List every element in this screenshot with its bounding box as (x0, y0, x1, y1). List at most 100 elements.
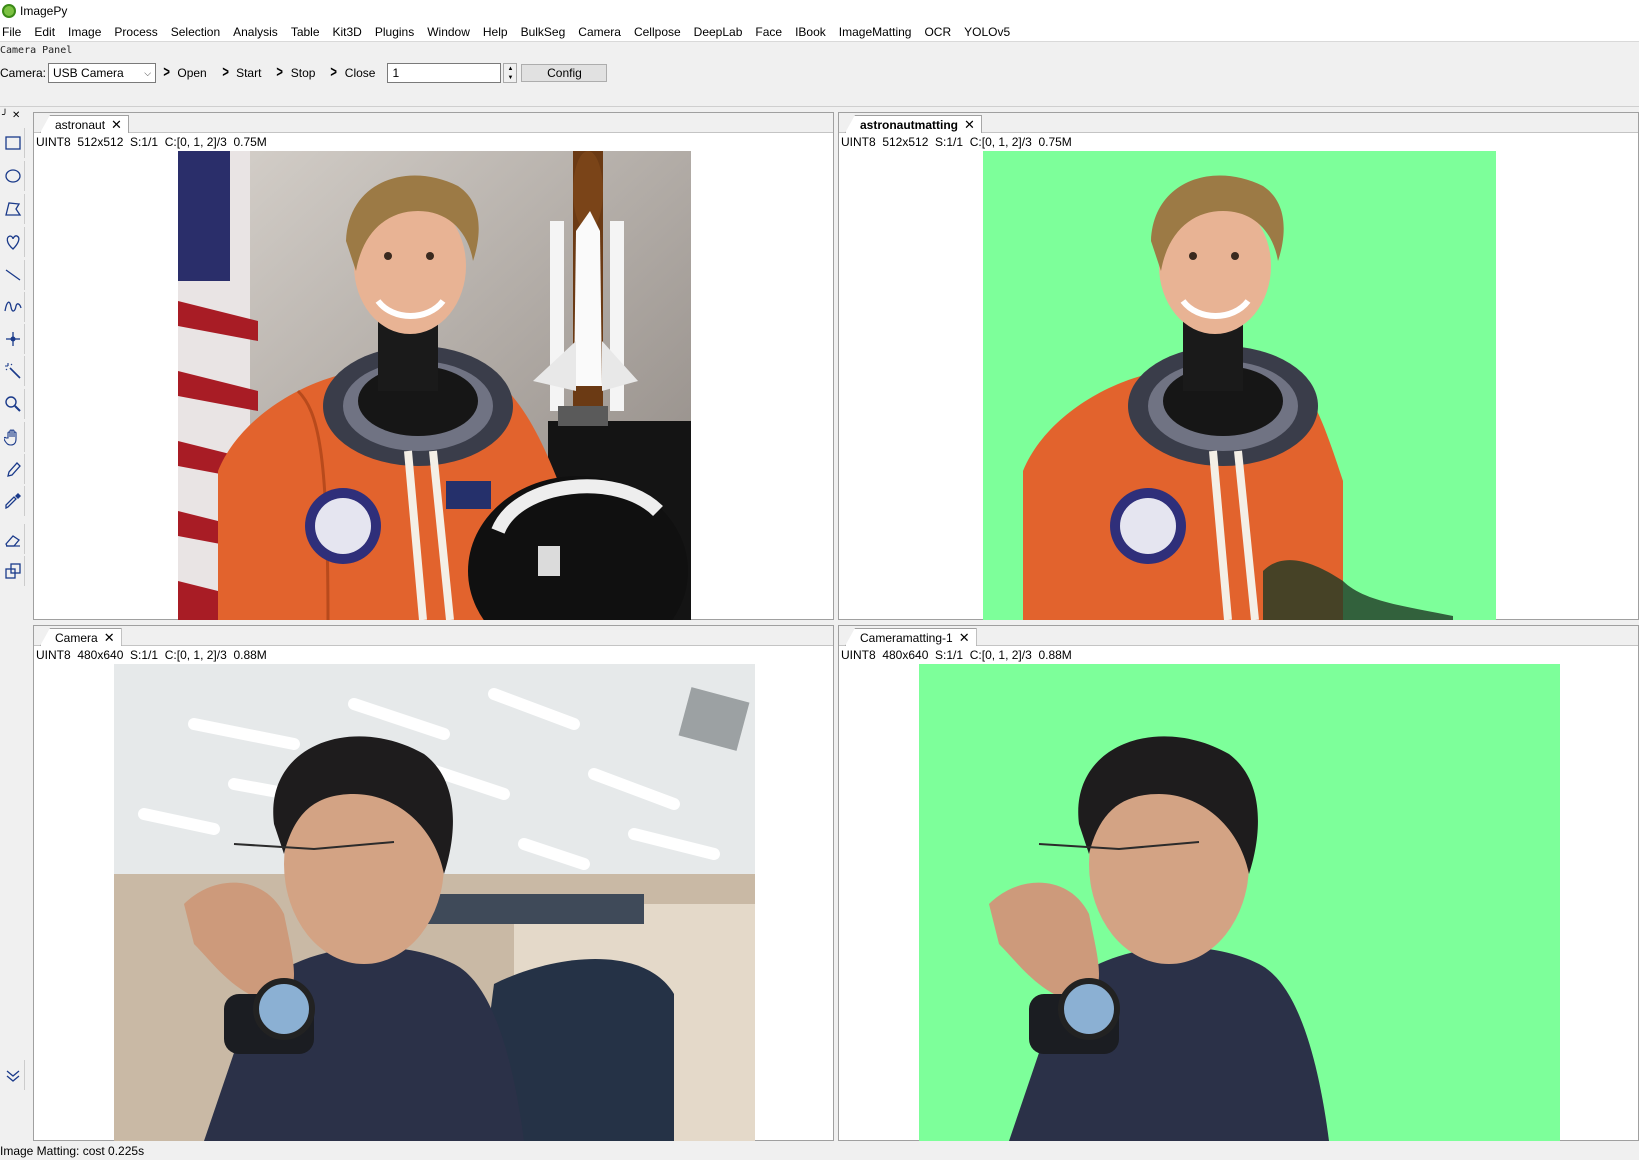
line-icon (5, 269, 20, 281)
polygon-tool[interactable] (1, 194, 25, 224)
camera-toolbar: Camera: USB Camera ⌵ > Open > Start > St… (0, 60, 608, 86)
menu-imagematting[interactable]: ImageMatting (833, 22, 919, 42)
pencil-tool[interactable] (1, 454, 25, 484)
tab-row: Camera ✕ (34, 626, 833, 646)
number-spinner[interactable]: ▲ ▼ (503, 63, 518, 83)
tab-astronautmatting[interactable]: astronautmatting ✕ (845, 115, 982, 133)
camera-label: Camera: (0, 66, 47, 80)
ellipse-tool[interactable] (1, 161, 25, 191)
play-arrow-icon: > (163, 64, 170, 81)
tab-cameramatting[interactable]: Cameramatting-1 ✕ (845, 628, 977, 646)
panel-separator (0, 106, 1639, 107)
menu-window[interactable]: Window (421, 22, 477, 42)
play-arrow-icon: > (222, 64, 229, 81)
menu-kit3d[interactable]: Kit3D (327, 22, 369, 42)
more-tools[interactable] (1, 1060, 25, 1090)
image-window-camera[interactable]: Camera ✕ UINT8 480x640 S:1/1 C:[0, 1, 2]… (33, 625, 834, 1141)
hand-tool[interactable] (1, 422, 25, 452)
open-label: Open (177, 66, 207, 80)
line-tool[interactable] (1, 260, 25, 290)
tab-astronaut[interactable]: astronaut ✕ (40, 115, 129, 133)
tool-bar: ╯ ✕ (0, 110, 26, 1142)
camera-matting-result (919, 664, 1560, 1141)
point-tool[interactable] (1, 324, 25, 354)
spin-up-icon[interactable]: ▲ (504, 64, 516, 73)
image-window-astronaut[interactable]: astronaut ✕ UINT8 512x512 S:1/1 C:[0, 1,… (33, 112, 834, 620)
image-window-astronautmatting[interactable]: astronautmatting ✕ UINT8 512x512 S:1/1 C… (838, 112, 1639, 620)
image-window-cameramatting[interactable]: Cameramatting-1 ✕ UINT8 480x640 S:1/1 C:… (838, 625, 1639, 1141)
imagepy-window: ImagePy File Edit Image Process Selectio… (0, 0, 1639, 1160)
image-canvas[interactable] (983, 151, 1496, 620)
camera-select-value: USB Camera (53, 66, 124, 80)
zoom-icon (4, 396, 21, 412)
menu-plugins[interactable]: Plugins (369, 22, 421, 42)
freehand-icon (6, 235, 19, 250)
image-canvas[interactable] (114, 664, 755, 1141)
start-label: Start (236, 66, 262, 80)
zoom-tool[interactable] (1, 389, 25, 419)
tab-label: Cameramatting-1 (860, 630, 953, 645)
menu-process[interactable]: Process (108, 22, 164, 42)
close-icon[interactable]: ✕ (104, 630, 115, 646)
menu-analysis[interactable]: Analysis (227, 22, 285, 42)
rectangle-tool[interactable] (1, 128, 25, 158)
pencil-icon (6, 462, 21, 477)
chevron-double-down-icon (6, 1070, 19, 1082)
freeline-tool[interactable] (1, 292, 25, 322)
astronaut-photo (178, 151, 691, 620)
pin-icon[interactable]: ╯ (2, 110, 8, 124)
image-info: UINT8 512x512 S:1/1 C:[0, 1, 2]/3 0.75M (36, 135, 267, 149)
title-bar: ImagePy (0, 0, 1639, 22)
menu-face[interactable]: Face (749, 22, 789, 42)
config-button[interactable]: Config (521, 64, 608, 82)
menu-table[interactable]: Table (285, 22, 327, 42)
menu-file[interactable]: File (0, 22, 28, 42)
start-button[interactable]: > Start (221, 64, 262, 81)
open-button[interactable]: > Open (162, 64, 207, 81)
menu-help[interactable]: Help (477, 22, 515, 42)
tab-row: Cameramatting-1 ✕ (839, 626, 1638, 646)
ellipse-icon (4, 169, 21, 183)
status-bar: Image Matting: cost 0.225s (0, 1143, 1639, 1160)
stop-button[interactable]: > Stop (275, 64, 316, 81)
close-icon[interactable]: ✕ (964, 117, 975, 133)
image-info: UINT8 480x640 S:1/1 C:[0, 1, 2]/3 0.88M (841, 648, 1072, 662)
close-icon[interactable]: ✕ (959, 630, 970, 646)
polygon-icon (4, 202, 21, 216)
picker-tool[interactable] (1, 486, 25, 516)
menu-selection[interactable]: Selection (165, 22, 227, 42)
menu-bar: File Edit Image Process Selection Analys… (0, 22, 1639, 42)
tab-row: astronautmatting ✕ (839, 113, 1638, 133)
spin-down-icon[interactable]: ▼ (504, 73, 516, 82)
hand-icon (3, 429, 17, 446)
stop-label: Stop (290, 66, 316, 80)
close-icon[interactable]: ✕ (111, 117, 122, 133)
menu-deeplab[interactable]: DeepLab (688, 22, 750, 42)
transform-icon (4, 563, 21, 579)
tab-camera[interactable]: Camera ✕ (40, 628, 122, 646)
menu-ocr[interactable]: OCR (918, 22, 958, 42)
play-arrow-icon: > (276, 64, 284, 81)
image-canvas[interactable] (178, 151, 691, 620)
camera-panel-caption: Camera Panel (0, 45, 73, 56)
menu-image[interactable]: Image (62, 22, 108, 42)
magic-wand-tool[interactable] (1, 356, 25, 386)
number-input[interactable]: 1 (387, 63, 502, 83)
close-icon[interactable]: ✕ (12, 110, 20, 124)
menu-yolov5[interactable]: YOLOv5 (958, 22, 1017, 42)
freehand-tool[interactable] (1, 227, 25, 257)
eraser-tool[interactable] (1, 524, 25, 554)
toolbar-pin[interactable]: ╯ ✕ (0, 110, 26, 124)
menu-camera[interactable]: Camera (572, 22, 628, 42)
camera-select[interactable]: USB Camera ⌵ (48, 63, 157, 83)
image-canvas[interactable] (919, 664, 1560, 1141)
astronaut-matting-result (983, 151, 1496, 620)
window-title: ImagePy (20, 4, 68, 18)
rectangle-icon (4, 136, 21, 150)
close-button[interactable]: > Close (329, 65, 376, 81)
transform-tool[interactable] (1, 556, 25, 586)
menu-ibook[interactable]: IBook (789, 22, 833, 42)
menu-edit[interactable]: Edit (28, 22, 62, 42)
menu-cellpose[interactable]: Cellpose (628, 22, 688, 42)
menu-bulkseg[interactable]: BulkSeg (515, 22, 573, 42)
